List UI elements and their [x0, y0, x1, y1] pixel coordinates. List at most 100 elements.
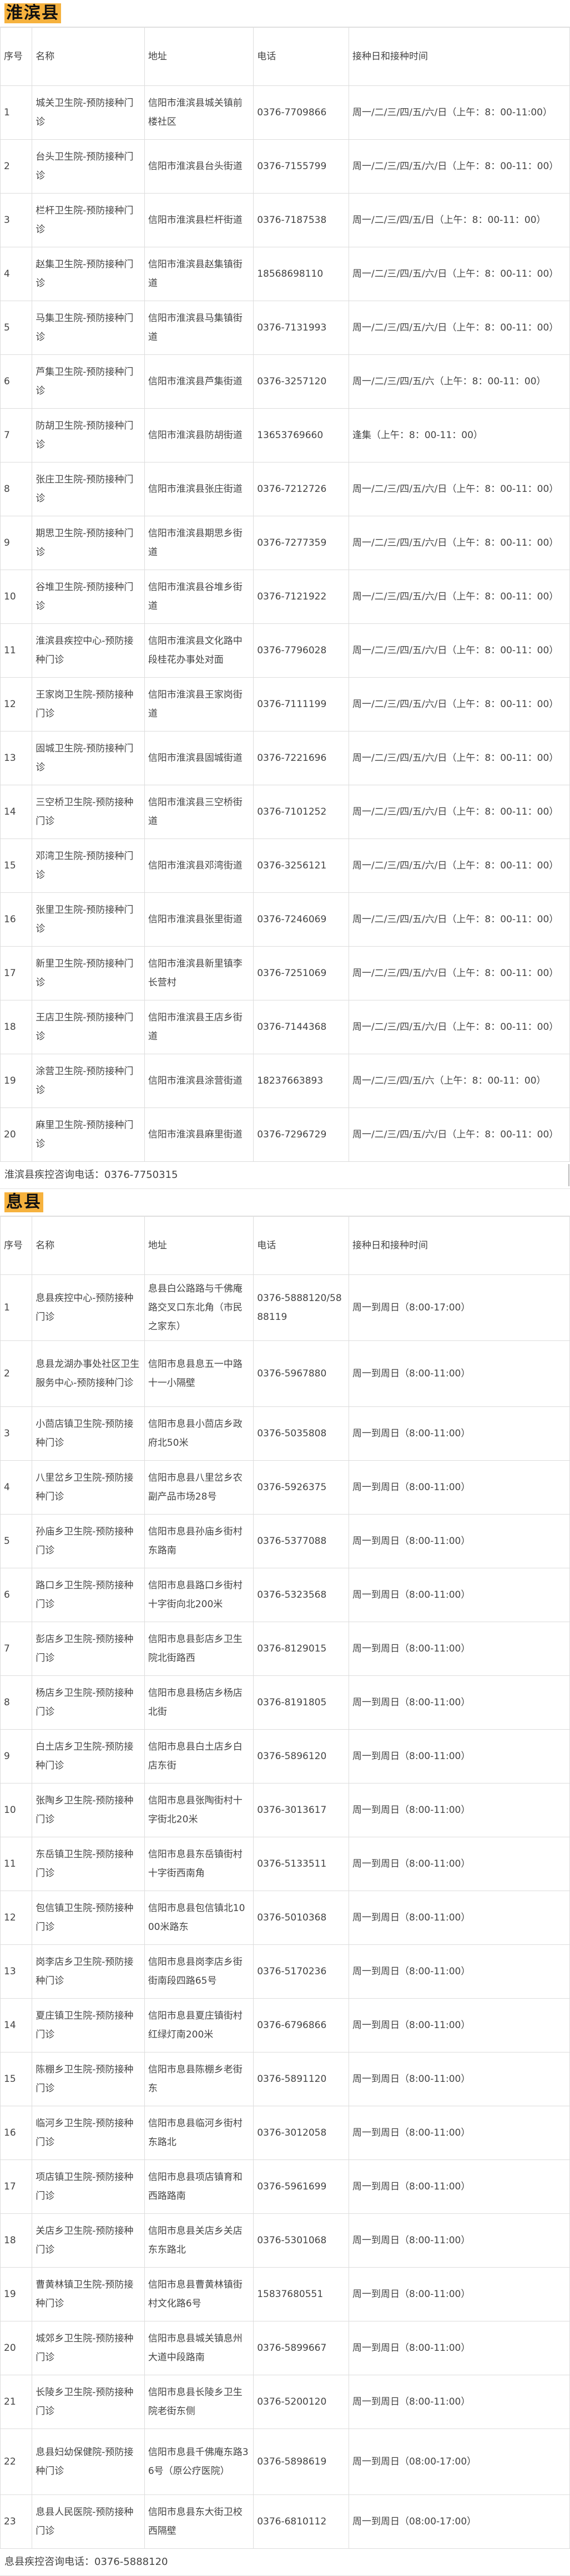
cell-no: 8 [0, 462, 33, 516]
table-row: 9 白土店乡卫生院-预防接种门诊 信阳市息县白土店乡白店东街 0376-5896120… [0, 1729, 570, 1784]
table-header-row: 序号 名称 地址 电话 接种日和接种时间 [0, 27, 570, 86]
cell-name: 马集卫生院-预防接种门诊 [32, 301, 145, 355]
cell-no: 6 [0, 1568, 33, 1622]
cell-address: 信阳市淮滨县固城街道 [144, 731, 254, 785]
cell-schedule: 周一到周日（8:00-11:00） [349, 1675, 570, 1730]
cell-no: 18 [0, 2213, 33, 2268]
clinic-table-body: 序号 名称 地址 电话 接种日和接种时间 1 城关卫生院-预防接种门诊 信阳市淮滨县… [0, 27, 570, 1162]
cell-phone: 0376-5170236 [253, 1944, 350, 1999]
table-row: 1 息县疾控中心-预防接种门诊 息县白公路路与千佛庵路交叉口东北角（市民之家东） 03… [0, 1274, 570, 1341]
cell-address: 信阳市息县小茴店乡政府北50米 [144, 1406, 254, 1461]
cell-schedule: 周一/二/三/四/五/六/日（上午：8：00-11：00） [349, 139, 570, 194]
cell-phone: 0376-5377088 [253, 1514, 350, 1568]
table-row: 5 孙庙乡卫生院-预防接种门诊 信阳市息县孙庙乡街村东路南 0376-5377088 周… [0, 1514, 570, 1568]
cell-schedule: 周一到周日（8:00-11:00） [349, 1460, 570, 1515]
cell-schedule: 周一/二/三/四/五/六/日（上午：8：00-11:00） [349, 85, 570, 140]
cell-phone: 0376-7296729 [253, 1107, 350, 1162]
cell-phone: 0376-3257120 [253, 354, 350, 409]
cell-phone: 0376-5899667 [253, 2321, 350, 2375]
county-section-huaibin: 淮滨县 序号 名称 地址 电话 接种日和接种时间 1 城关卫生院-预防接种门诊 信阳… [0, 0, 570, 1189]
cell-no: 9 [0, 1729, 33, 1784]
header-cell-phone: 电话 [253, 1216, 350, 1275]
table-row: 12 王家岗卫生院-预防接种门诊 信阳市淮滨县王家岗街道 0376-7111199 周一… [0, 677, 570, 731]
cell-phone: 0376-8129015 [253, 1622, 350, 1676]
cell-no: 11 [0, 623, 33, 678]
cell-name: 杨店乡卫生院-预防接种门诊 [32, 1675, 145, 1730]
cell-schedule: 周一到周日（8:00-11:00） [349, 1891, 570, 1945]
cell-schedule: 周一到周日（8:00-11:00） [349, 1998, 570, 2052]
header-cell-address: 地址 [144, 1216, 254, 1275]
cell-no: 13 [0, 731, 33, 785]
cell-name: 张里卫生院-预防接种门诊 [32, 892, 145, 947]
cell-address: 信阳市淮滨县期思乡街道 [144, 516, 254, 570]
cell-address: 信阳市息县临河乡街村东路北 [144, 2106, 254, 2160]
cell-address: 信阳市淮滨县王家岗街道 [144, 677, 254, 731]
cell-schedule: 周一/二/三/四/五/六/日（上午：8：00-11：00） [349, 462, 570, 516]
cell-address: 信阳市淮滨县马集镇街道 [144, 301, 254, 355]
table-row: 15 陈棚乡卫生院-预防接种门诊 信阳市息县陈棚乡老街东 0376-5891120 周一… [0, 2052, 570, 2106]
table-row: 4 赵集卫生院-预防接种门诊 信阳市淮滨县赵集镇街道 18568698110 周一/二/… [0, 247, 570, 301]
cell-address: 信阳市淮滨县王店乡街道 [144, 1000, 254, 1054]
cell-schedule: 周一/二/三/四/五/六/日（上午：8：00-11：00） [349, 677, 570, 731]
header-cell-no: 序号 [0, 27, 33, 86]
cell-phone: 0376-5035808 [253, 1406, 350, 1461]
county-hotline-text: 淮滨县疾控咨询电话：0376-7750315 [4, 1169, 178, 1181]
table-row: 23 息县人民医院-预防接种门诊 信阳市息县东大街卫校西隔壁 0376-6810112… [0, 2494, 570, 2549]
cell-address: 信阳市息县城关镇息州大道中段路南 [144, 2321, 254, 2375]
cell-address: 信阳市息县杨店乡杨店北街 [144, 1675, 254, 1730]
table-row: 19 涂营卫生院-预防接种门诊 信阳市淮滨县涂营街道 18237663893 周一/二/… [0, 1054, 570, 1108]
table-row: 21 长陵乡卫生院-预防接种门诊 信阳市息县长陵乡卫生院老街东侧 0376-52001… [0, 2375, 570, 2429]
table-row: 13 岗李店乡卫生院-预防接种门诊 信阳市息县岗李店乡街街南段四路65号 0376-5… [0, 1944, 570, 1999]
cell-name: 路口乡卫生院-预防接种门诊 [32, 1568, 145, 1622]
cell-no: 1 [0, 1274, 33, 1341]
cell-no: 8 [0, 1675, 33, 1730]
cell-schedule: 周一/二/三/四/五/六/日（上午：8：00-11：00） [349, 785, 570, 839]
cell-name: 夏庄镇卫生院-预防接种门诊 [32, 1998, 145, 2052]
table-row: 9 期思卫生院-预防接种门诊 信阳市淮滨县期思乡街道 0376-7277359 周一/二… [0, 516, 570, 570]
county-hotline: 淮滨县疾控咨询电话：0376-7750315 [0, 1162, 570, 1189]
county-hotline-text: 息县疾控咨询电话：0376-5888120 [4, 2556, 168, 2568]
cell-phone: 0376-7121922 [253, 570, 350, 624]
cell-address: 信阳市淮滨县台头街道 [144, 139, 254, 194]
cell-no: 5 [0, 301, 33, 355]
table-row: 13 固城卫生院-预防接种门诊 信阳市淮滨县固城街道 0376-7221696 周一/二… [0, 731, 570, 785]
cell-phone: 0376-3256121 [253, 839, 350, 893]
cell-address: 信阳市淮滨县邓湾街道 [144, 839, 254, 893]
cell-phone: 0376-7155799 [253, 139, 350, 194]
header-cell-schedule: 接种日和接种时间 [349, 1216, 570, 1275]
cell-schedule: 周一/二/三/四/五/六/日（上午：8：00-11：00） [349, 1000, 570, 1054]
cell-phone: 0376-5967880 [253, 1340, 350, 1407]
cell-name: 曹黄林镇卫生院-预防接种门诊 [32, 2267, 145, 2321]
cell-address: 信阳市息县长陵乡卫生院老街东侧 [144, 2375, 254, 2429]
cell-phone: 0376-7212726 [253, 462, 350, 516]
cell-name: 息县人民医院-预防接种门诊 [32, 2494, 145, 2549]
cell-address: 信阳市息县彭店乡卫生院北街路西 [144, 1622, 254, 1676]
cell-address: 信阳市息县项店镇育和西路路南 [144, 2160, 254, 2214]
cell-phone: 0376-8191805 [253, 1675, 350, 1730]
cell-name: 息县龙湖办事处社区卫生服务中心-预防接种门诊 [32, 1340, 145, 1407]
cell-address: 信阳市息县包信镇北1000米路东 [144, 1891, 254, 1945]
county-header: 淮滨县 [0, 0, 570, 27]
cell-name: 小茴店镇卫生院-预防接种门诊 [32, 1406, 145, 1461]
county-section-xixian: 息县 序号 名称 地址 电话 接种日和接种时间 1 息县疾控中心-预防接种门诊 息县… [0, 1189, 570, 2576]
cell-phone: 0376-7111199 [253, 677, 350, 731]
cell-phone: 0376-7277359 [253, 516, 350, 570]
cell-schedule: 周一到周日（8:00-11:00） [349, 2375, 570, 2429]
cell-schedule: 周一到周日（8:00-11:00） [349, 2160, 570, 2214]
header-cell-name: 名称 [32, 27, 145, 86]
cell-name: 涂营卫生院-预防接种门诊 [32, 1054, 145, 1108]
table-row: 8 杨店乡卫生院-预防接种门诊 信阳市息县杨店乡杨店北街 0376-8191805 周一… [0, 1675, 570, 1730]
table-row: 22 息县妇幼保健院-预防接种门诊 信阳市息县千佛庵东路36号（原公疗医院） 0376… [0, 2428, 570, 2495]
cell-address: 信阳市息县夏庄镇街村红绿灯南200米 [144, 1998, 254, 2052]
cell-no: 4 [0, 247, 33, 301]
cell-schedule: 周一/二/三/四/五/六/日（上午：8：00-11：00） [349, 946, 570, 1000]
cell-phone: 0376-7101252 [253, 785, 350, 839]
cell-no: 22 [0, 2428, 33, 2495]
cell-no: 14 [0, 1998, 33, 2052]
cell-name: 三空桥卫生院-预防接种门诊 [32, 785, 145, 839]
cell-name: 张陶乡卫生院-预防接种门诊 [32, 1783, 145, 1837]
table-row: 17 项店镇卫生院-预防接种门诊 信阳市息县项店镇育和西路路南 0376-596169… [0, 2160, 570, 2214]
cell-address: 信阳市息县曹黄林镇街村文化路6号 [144, 2267, 254, 2321]
cell-phone: 0376-5896120 [253, 1729, 350, 1784]
table-row: 2 台头卫生院-预防接种门诊 信阳市淮滨县台头街道 0376-7155799 周一/二/… [0, 139, 570, 194]
